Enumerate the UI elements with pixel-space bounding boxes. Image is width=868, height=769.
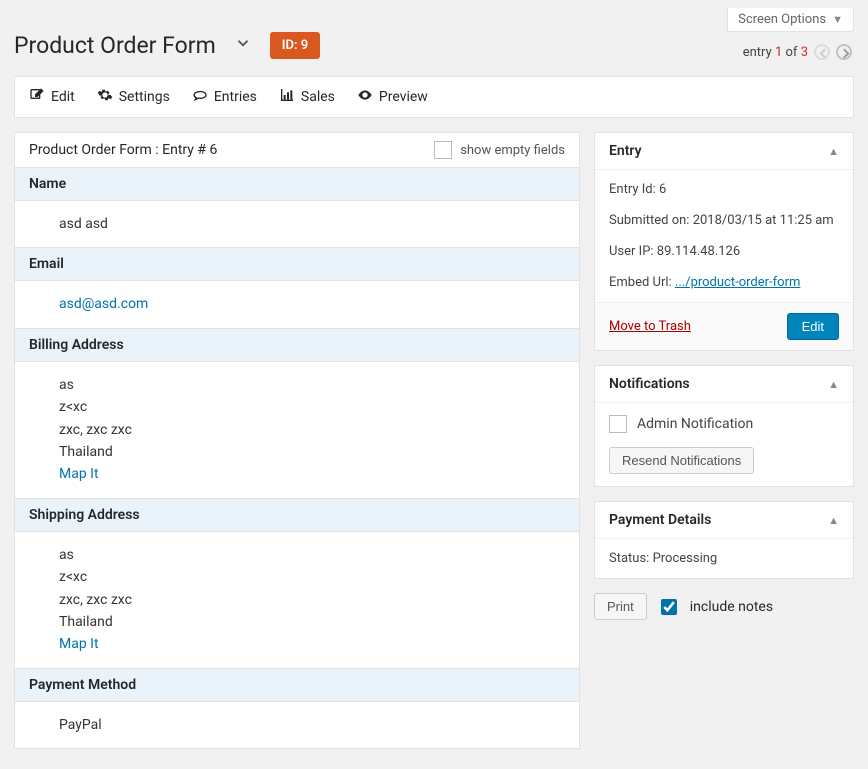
checkbox-icon: [434, 141, 452, 159]
chevron-down-icon: ▼: [832, 13, 843, 26]
field-value-shipping: as z<xc zxc, zxc zxc Thailand Map It: [15, 532, 579, 668]
payment-status-value: Processing: [653, 551, 718, 566]
checkbox-icon: [609, 415, 627, 433]
submitted-on-value: 2018/03/15 at 11:25 am: [693, 213, 834, 228]
user-ip-value: 89.114.48.126: [657, 244, 740, 259]
pager-current: 1: [775, 45, 782, 60]
toolbar-edit[interactable]: Edit: [29, 87, 75, 107]
field-value-name: asd asd: [15, 201, 579, 247]
gear-icon: [97, 87, 113, 107]
toolbar-preview[interactable]: Preview: [357, 87, 428, 107]
map-it-billing[interactable]: Map It: [59, 466, 99, 482]
payment-box-header[interactable]: Payment Details ▲: [595, 502, 853, 539]
toolbar-settings[interactable]: Settings: [97, 87, 170, 107]
collapse-icon: ▲: [828, 378, 839, 391]
speech-bubble-icon: [192, 87, 208, 107]
screen-options-label: Screen Options: [738, 12, 826, 27]
field-label-billing: Billing Address: [15, 328, 579, 362]
field-label-name: Name: [15, 167, 579, 201]
field-value-email[interactable]: asd@asd.com: [59, 296, 148, 312]
embed-url-link[interactable]: .../product-order-form: [675, 275, 800, 290]
next-entry-icon[interactable]: [836, 44, 852, 60]
toolbar-sales[interactable]: Sales: [279, 87, 335, 107]
print-button[interactable]: Print: [594, 593, 647, 620]
panel-title: Product Order Form : Entry # 6: [29, 142, 217, 158]
edit-entry-button[interactable]: Edit: [787, 313, 839, 340]
notifications-box: Notifications ▲ Admin Notification Resen…: [594, 365, 854, 487]
collapse-icon: ▲: [828, 145, 839, 158]
admin-notification-toggle[interactable]: Admin Notification: [609, 415, 839, 433]
field-value-payment-method: PayPal: [15, 702, 579, 748]
toolbar-entries[interactable]: Entries: [192, 87, 257, 107]
entry-detail-panel: Product Order Form : Entry # 6 show empt…: [14, 132, 580, 749]
eye-icon: [357, 87, 373, 107]
entry-id-value: 6: [659, 182, 666, 197]
bar-chart-icon: [279, 87, 295, 107]
prev-entry-icon: [814, 44, 830, 60]
map-it-shipping[interactable]: Map It: [59, 636, 99, 652]
resend-notifications-button[interactable]: Resend Notifications: [609, 447, 754, 474]
entry-box-header[interactable]: Entry ▲: [595, 133, 853, 170]
field-value-billing: as z<xc zxc, zxc zxc Thailand Map It: [15, 362, 579, 498]
collapse-icon: ▲: [828, 514, 839, 527]
field-label-payment-method: Payment Method: [15, 668, 579, 702]
move-to-trash-link[interactable]: Move to Trash: [609, 319, 691, 334]
include-notes-checkbox[interactable]: [661, 599, 677, 615]
show-empty-toggle[interactable]: show empty fields: [434, 141, 565, 159]
pager-prefix: entry: [743, 45, 772, 60]
screen-options-button[interactable]: Screen Options ▼: [727, 8, 854, 32]
pager-of: of: [786, 45, 798, 60]
pencil-icon: [29, 87, 45, 107]
payment-details-box: Payment Details ▲ Status: Processing: [594, 501, 854, 579]
include-notes-label: include notes: [690, 599, 773, 615]
entry-meta-box: Entry ▲ Entry Id: 6 Submitted on: 2018/0…: [594, 132, 854, 351]
pager-total: 3: [801, 45, 808, 60]
form-toolbar: Edit Settings Entries Sales Preview: [14, 76, 854, 118]
notifications-box-header[interactable]: Notifications ▲: [595, 366, 853, 403]
field-label-email: Email: [15, 247, 579, 281]
field-label-shipping: Shipping Address: [15, 498, 579, 532]
